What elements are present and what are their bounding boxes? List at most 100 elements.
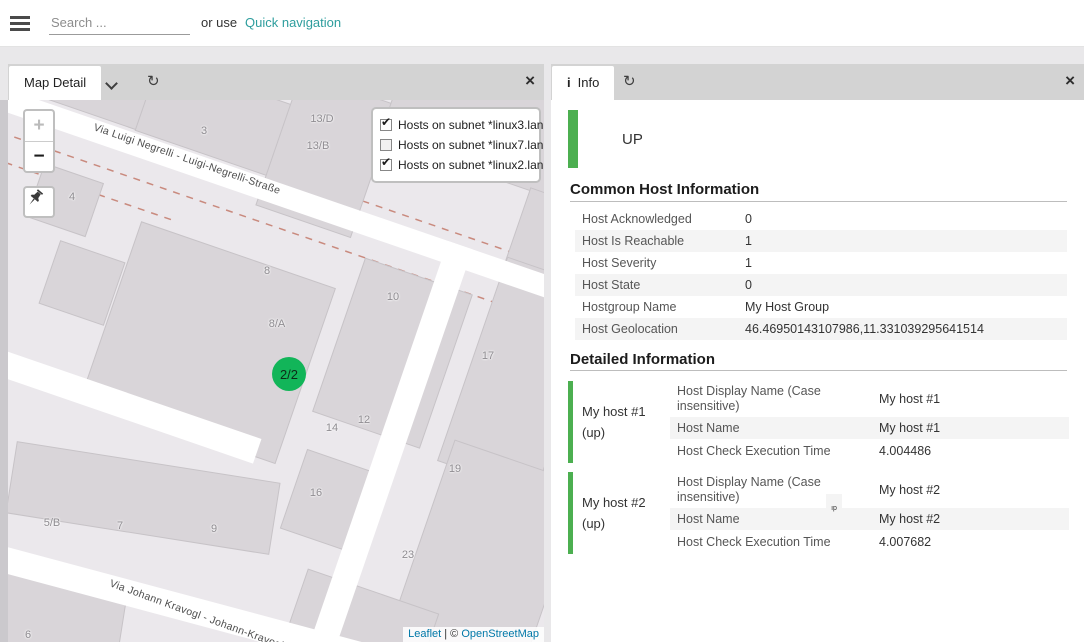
table-row: Host Geolocation46.46950143107986,11.331… [575, 318, 1067, 340]
close-icon[interactable]: × [1065, 71, 1075, 91]
layer-label: Hosts on subnet *linux7.lan [398, 138, 543, 152]
tab-map-detail[interactable]: Map Detail [9, 66, 101, 100]
building-number: 8 [264, 265, 270, 277]
building-number: 7 [117, 520, 123, 532]
row-label: Host Severity [575, 256, 745, 270]
row-value: 46.46950143107986,11.331039295641514 [745, 322, 984, 336]
building-number: 9 [211, 523, 217, 535]
row-value: 4.004486 [879, 444, 931, 458]
refresh-icon[interactable]: ↻ [147, 72, 160, 90]
row-label: Host Display Name (Case insensitive) [670, 475, 879, 505]
host-block: My host #2(up) Host Display Name (Case in… [568, 472, 1069, 554]
building-number: 10 [387, 291, 399, 303]
or-use-label: or use [201, 15, 237, 30]
row-label: Host Check Execution Time [670, 535, 879, 550]
pushpin-icon [25, 188, 45, 208]
row-value: My host #2 [879, 483, 940, 497]
building-number: 17 [482, 350, 494, 362]
row-value: 4.007682 [879, 535, 931, 549]
building-number: 23 [402, 549, 414, 561]
tab-map-detail-label: Map Detail [24, 75, 86, 90]
zoom-out-button[interactable]: − [25, 141, 53, 171]
table-row: Host Check Execution Time4.007682 [670, 530, 1069, 554]
building-number: 3 [201, 125, 207, 137]
zoom-in-button[interactable]: + [25, 111, 53, 141]
host-block: My host #1(up) Host Display Name (Case in… [568, 381, 1069, 463]
attribution-separator: | © [441, 628, 461, 640]
row-label: Host State [575, 278, 745, 292]
info-panel: iInfo ↻ × UP Common Host Information Hos… [551, 64, 1084, 642]
zoom-control: + − [23, 109, 55, 173]
quick-navigation-link[interactable]: Quick navigation [245, 15, 341, 30]
pin-button[interactable] [23, 186, 55, 218]
layer-toggle[interactable]: ✔Hosts on subnet *linux3.lan [380, 115, 531, 135]
table-row: Host Display Name (Case insensitive)My h… [670, 472, 1069, 508]
building-number: 19 [449, 463, 461, 475]
layer-control: ✔Hosts on subnet *linux3.lanHosts on sub… [371, 107, 541, 183]
status-bar [568, 110, 578, 168]
host-status: UP [622, 131, 643, 148]
render-artifact: ıp [826, 494, 842, 512]
table-row: Host Severity1 [575, 252, 1067, 274]
check-icon: ✔ [381, 115, 391, 129]
host-name-cell: My host #2(up) [582, 492, 646, 534]
detailed-info-heading: Detailed Information [570, 351, 715, 368]
osm-link[interactable]: OpenStreetMap [461, 628, 539, 640]
tab-info[interactable]: iInfo [552, 66, 614, 100]
search-input[interactable] [49, 9, 190, 35]
layer-label: Hosts on subnet *linux3.lan [398, 118, 543, 132]
row-label: Host Display Name (Case insensitive) [670, 384, 879, 414]
map-canvas[interactable]: Via Luigi Negrelli - Luigi-Negrelli-Stra… [8, 100, 544, 642]
layer-toggle[interactable]: Hosts on subnet *linux7.lan [380, 135, 531, 155]
map-tile-void [0, 100, 8, 642]
menu-icon[interactable] [10, 13, 32, 33]
common-host-heading: Common Host Information [570, 181, 759, 198]
layer-label: Hosts on subnet *linux2.lan [398, 158, 543, 172]
building-number: 14 [326, 422, 338, 434]
leaflet-link[interactable]: Leaflet [408, 628, 441, 640]
checkbox-icon[interactable] [380, 139, 392, 151]
host-name: My host #1 [582, 401, 646, 422]
table-row: Host State0 [575, 274, 1067, 296]
info-icon: i [567, 75, 571, 90]
row-value: 1 [745, 234, 752, 248]
row-label: Host Name [670, 421, 879, 436]
table-row: Hostgroup NameMy Host Group [575, 296, 1067, 318]
heading-rule [570, 370, 1067, 371]
row-value: My host #1 [879, 421, 940, 435]
checkbox-icon[interactable]: ✔ [380, 159, 392, 171]
building-number: 8/A [269, 318, 286, 330]
check-icon: ✔ [381, 155, 391, 169]
table-row: Host Check Execution Time4.004486 [670, 439, 1069, 463]
building-number: 6 [25, 629, 31, 641]
refresh-icon[interactable]: ↻ [623, 72, 636, 90]
row-value: 1 [745, 256, 752, 270]
host-cluster-marker[interactable]: 2/2 [272, 357, 306, 391]
table-row: Host NameMy host #1 [670, 417, 1069, 439]
row-value: My host #1 [879, 392, 940, 406]
table-row: Host Acknowledged0 [575, 208, 1067, 230]
checkbox-icon[interactable]: ✔ [380, 119, 392, 131]
building-number: 4 [69, 191, 75, 203]
row-value: My host #2 [879, 512, 940, 526]
row-label: Host Is Reachable [575, 234, 745, 248]
close-icon[interactable]: × [525, 71, 535, 91]
row-value: My Host Group [745, 300, 829, 314]
row-label: Hostgroup Name [575, 300, 745, 314]
host-name-cell: My host #1(up) [582, 401, 646, 443]
layer-toggle[interactable]: ✔Hosts on subnet *linux2.lan [380, 155, 531, 175]
detailed-hosts: My host #1(up) Host Display Name (Case in… [568, 381, 1069, 563]
building-number: 12 [358, 414, 370, 426]
table-row: Host Is Reachable1 [575, 230, 1067, 252]
row-label: Host Acknowledged [575, 212, 745, 226]
topbar: or use Quick navigation [0, 0, 1084, 47]
building-number: 13/B [307, 140, 330, 152]
content-area: Map Detail ↻ × [0, 47, 1084, 642]
table-row: Host NameMy host #2 [670, 508, 1069, 530]
building-number: 16 [310, 487, 322, 499]
row-value: 0 [745, 212, 752, 226]
heading-rule [570, 201, 1067, 202]
table-row: Host Display Name (Case insensitive)My h… [670, 381, 1069, 417]
map-panel: Map Detail ↻ × [8, 64, 544, 642]
chevron-down-icon[interactable] [105, 77, 118, 90]
